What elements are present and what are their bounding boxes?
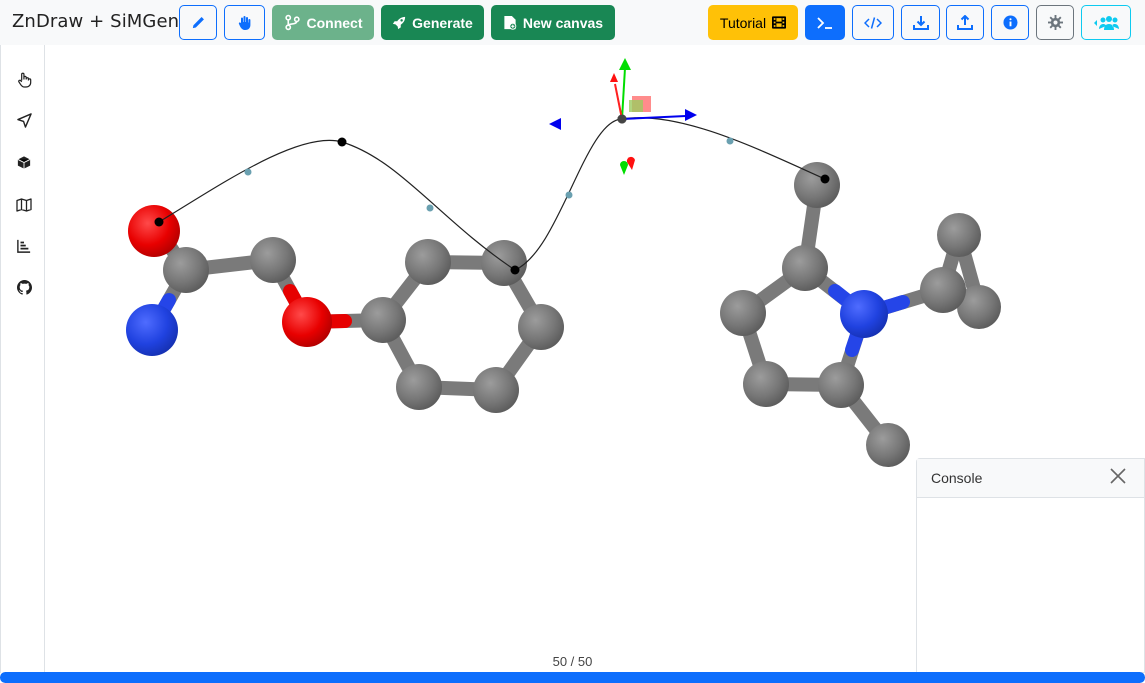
app-title: ZnDraw + SiMGen <box>12 11 180 32</box>
atom-carbon[interactable] <box>743 361 789 407</box>
atom-carbon[interactable] <box>250 237 296 283</box>
gizmo-z-arrow[interactable] <box>685 109 697 121</box>
atom-oxygen[interactable] <box>128 205 180 257</box>
curve-control-point[interactable] <box>154 217 164 227</box>
download-button[interactable] <box>901 5 940 40</box>
connect-button[interactable]: Connect <box>272 5 374 40</box>
atom-carbon[interactable] <box>794 162 840 208</box>
github-icon <box>16 280 32 300</box>
atom-carbon[interactable] <box>518 304 564 350</box>
atom-carbon[interactable] <box>396 364 442 410</box>
console-panel: Console <box>916 458 1145 673</box>
atom-carbon[interactable] <box>782 245 828 291</box>
atom-carbon[interactable] <box>473 367 519 413</box>
curve-midpoint[interactable] <box>244 168 252 176</box>
rocket-icon <box>392 16 406 30</box>
app-root: ZnDraw + SiMGen Connect Generate New can… <box>0 0 1145 683</box>
sidebar-item-modifiers[interactable] <box>15 156 33 174</box>
atom-carbon[interactable] <box>866 423 910 467</box>
hand-icon <box>237 15 253 31</box>
draw-button[interactable] <box>179 5 217 40</box>
terminal-icon <box>816 16 834 30</box>
upload-icon <box>957 14 973 31</box>
upload-button[interactable] <box>946 5 984 40</box>
close-icon <box>1110 468 1126 488</box>
pointer-hand-icon <box>17 72 32 93</box>
gizmo-x-negative[interactable] <box>626 156 635 170</box>
tutorial-button[interactable]: Tutorial <box>708 5 798 40</box>
film-icon <box>772 16 787 29</box>
atom-nitrogen[interactable] <box>126 304 178 356</box>
generate-label: Generate <box>412 14 473 31</box>
connect-label: Connect <box>306 14 363 31</box>
gear-icon <box>1047 15 1063 30</box>
console-close-button[interactable] <box>1110 468 1128 486</box>
new-canvas-button[interactable]: New canvas <box>491 5 615 40</box>
map-icon <box>16 197 32 217</box>
navigation-arrow-icon <box>16 113 32 133</box>
atom-oxygen[interactable] <box>282 297 332 347</box>
code-icon <box>864 16 882 30</box>
console-header: Console <box>917 459 1144 498</box>
atom-carbon[interactable] <box>405 239 451 285</box>
frame-progress-bar[interactable] <box>0 672 1145 683</box>
curve-midpoint[interactable] <box>565 191 573 199</box>
tutorial-label: Tutorial <box>719 14 767 31</box>
file-plus-icon <box>503 15 517 30</box>
generate-button[interactable]: Generate <box>381 5 484 40</box>
interaction-button[interactable] <box>224 5 265 40</box>
atom-carbon[interactable] <box>163 247 209 293</box>
atom-carbon[interactable] <box>360 297 406 343</box>
download-icon <box>912 15 929 31</box>
curve-midpoint[interactable] <box>426 204 434 212</box>
gizmo-y-arrow[interactable] <box>619 58 631 70</box>
frame-progress-fill <box>0 672 1145 683</box>
curve-control-point[interactable] <box>337 137 347 147</box>
left-sidebar <box>0 45 45 673</box>
sidebar-item-scene[interactable] <box>15 197 33 217</box>
code-button[interactable] <box>852 5 894 40</box>
users-icon <box>1093 15 1119 31</box>
gizmo-y-negative[interactable] <box>620 161 628 175</box>
sidebar-item-analysis[interactable] <box>15 239 33 257</box>
console-title: Console <box>931 470 983 486</box>
pencil-icon <box>191 16 205 30</box>
curve-control-point[interactable] <box>820 174 830 184</box>
console-body[interactable] <box>917 498 1144 673</box>
sidebar-item-github[interactable] <box>15 280 33 300</box>
sidebar-item-selection[interactable] <box>15 72 33 93</box>
atom-carbon[interactable] <box>818 362 864 408</box>
transform-gizmo[interactable] <box>549 58 697 175</box>
top-navbar: ZnDraw + SiMGen Connect Generate New can… <box>0 0 1145 45</box>
sidebar-item-geometry[interactable] <box>15 113 33 133</box>
atom-nitrogen[interactable] <box>840 290 888 338</box>
users-button[interactable] <box>1081 5 1131 40</box>
terminal-button[interactable] <box>805 5 845 40</box>
cube-icon <box>17 155 31 175</box>
frame-counter: 50 / 50 <box>552 654 593 669</box>
atom-carbon[interactable] <box>920 267 966 313</box>
gizmo-z-negative[interactable] <box>549 118 561 130</box>
settings-button[interactable] <box>1036 5 1074 40</box>
curve-control-point[interactable] <box>510 265 520 275</box>
bar-chart-icon <box>17 239 31 258</box>
gizmo-x-arrow[interactable] <box>610 73 618 82</box>
info-button[interactable] <box>991 5 1029 40</box>
atom-carbon[interactable] <box>720 290 766 336</box>
curve-midpoint[interactable] <box>726 137 734 145</box>
info-icon <box>1002 15 1018 30</box>
git-branch-icon <box>284 14 301 31</box>
new-canvas-label: New canvas <box>522 14 604 31</box>
atom-carbon[interactable] <box>937 213 981 257</box>
